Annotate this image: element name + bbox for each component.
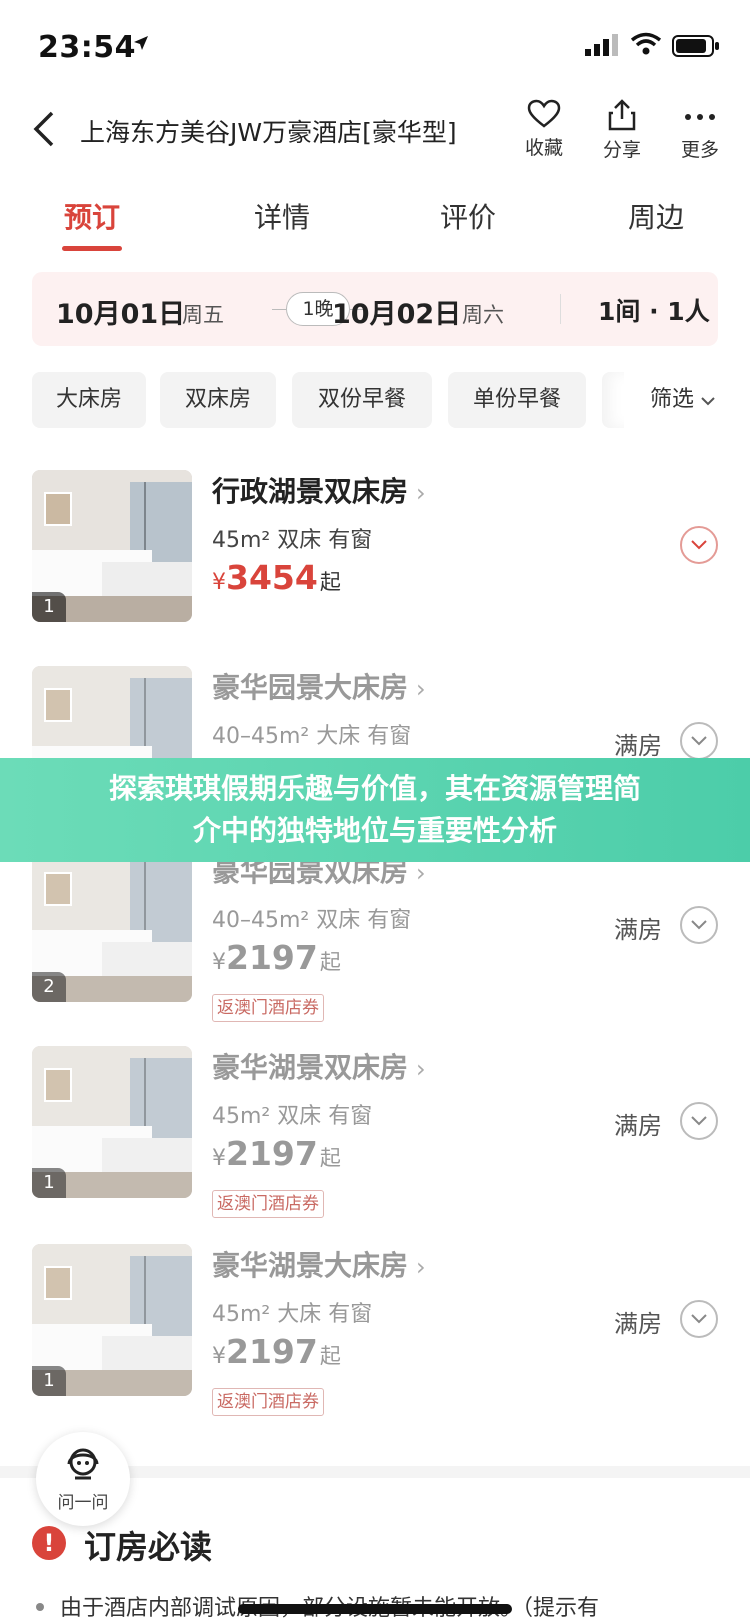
home-indicator <box>238 1604 512 1614</box>
chevron-right-icon: › <box>416 1055 426 1083</box>
room-desc: 45m² 双床 有窗 <box>212 1104 373 1129</box>
room-photo[interactable]: 1 <box>32 470 192 622</box>
location-arrow-icon <box>134 36 148 50</box>
status-time: 23:54 <box>38 30 136 65</box>
room-desc: 40–45m² 大床 有窗 <box>212 724 412 749</box>
chevron-right-icon: › <box>416 859 426 887</box>
more-dots-icon <box>685 114 715 120</box>
banner-line-2: 介中的独特地位与重要性分析 <box>192 814 557 847</box>
filter-button[interactable]: 筛选 <box>624 372 750 428</box>
banner-line-1: 探索琪琪假期乐趣与价值，其在资源管理简 <box>108 772 641 805</box>
sold-out-label: 满房 <box>614 1310 662 1338</box>
room-guest-count[interactable]: 1间 · 1人 <box>598 292 710 328</box>
photo-count: 2 <box>32 972 66 1002</box>
photo-count: 1 <box>32 592 66 622</box>
sold-out-label: 满房 <box>614 916 662 944</box>
room-desc: 40–45m² 双床 有窗 <box>212 908 412 933</box>
chevron-down-icon <box>691 1314 707 1324</box>
room-price: ¥3454起 <box>212 558 341 597</box>
checkin-weekday: 周五 <box>182 303 224 327</box>
navigation-bar: 上海东方美谷JW万豪酒店[豪华型] 收藏 分享 更多 <box>0 95 750 175</box>
date-selector[interactable]: 10月01日 周五 1晚 10月02日 周六 1间 · 1人 <box>32 272 718 346</box>
room-photo[interactable]: 1 <box>32 1244 192 1396</box>
chevron-down-icon <box>701 397 715 406</box>
room-item[interactable]: 1 豪华湖景双床房 › 45m² 双床 有窗 ¥2197起 返澳门酒店券 满房 <box>0 1046 750 1218</box>
heart-icon <box>527 99 561 128</box>
expand-room-button[interactable] <box>680 1300 718 1338</box>
filter-label: 筛选 <box>650 387 695 412</box>
room-price: ¥2197起 <box>212 938 341 977</box>
chip-double-breakfast[interactable]: 双份早餐 <box>292 372 432 428</box>
filter-chips: 大床房 双床房 双份早餐 单份早餐 筛选 <box>0 372 750 430</box>
room-item[interactable]: 1 行政湖景双床房 › 45m² 双床 有窗 ¥3454起 <box>0 470 750 640</box>
tab-reviews[interactable]: 评价 <box>408 196 528 236</box>
date-divider <box>560 294 561 324</box>
room-name: 豪华湖景双床房 › <box>212 1051 426 1084</box>
chevron-right-icon: › <box>416 479 426 507</box>
alert-icon: ! <box>32 1526 66 1560</box>
room-name: 豪华园景大床房 › <box>212 671 426 704</box>
expand-room-button[interactable] <box>680 722 718 760</box>
photo-count: 1 <box>32 1366 66 1396</box>
room-photo[interactable]: 2 <box>32 850 192 1002</box>
share-label: 分享 <box>602 139 641 161</box>
room-name: 行政湖景双床房 › <box>212 475 426 508</box>
overlay-banner: 探索琪琪假期乐趣与价值，其在资源管理简 介中的独特地位与重要性分析 <box>0 758 750 862</box>
customer-service-icon <box>67 1448 99 1480</box>
room-photo[interactable]: 1 <box>32 1046 192 1198</box>
tab-details[interactable]: 详情 <box>222 196 342 236</box>
notice-title: 订房必读 <box>84 1528 213 1566</box>
chip-king-bed[interactable]: 大床房 <box>32 372 146 428</box>
chevron-right-icon: › <box>416 675 426 703</box>
ask-button[interactable]: 问一问 <box>36 1432 130 1526</box>
expand-room-button[interactable] <box>680 1102 718 1140</box>
checkout-date[interactable]: 10月02日 <box>332 292 461 331</box>
expand-room-button[interactable] <box>680 906 718 944</box>
favorite-button[interactable]: 收藏 <box>514 99 574 160</box>
nights-line-left <box>272 309 286 310</box>
chevron-down-icon <box>691 1116 707 1126</box>
battery-icon <box>672 35 719 57</box>
more-label: 更多 <box>680 139 719 161</box>
coupon-tag: 返澳门酒店券 <box>212 994 324 1022</box>
room-desc: 45m² 大床 有窗 <box>212 1302 373 1327</box>
hotel-title: 上海东方美谷JW万豪酒店[豪华型] <box>80 118 457 147</box>
room-item[interactable]: 2 豪华园景双床房 › 40–45m² 双床 有窗 ¥2197起 返澳门酒店券 满… <box>0 850 750 1022</box>
chip-twin-bed[interactable]: 双床房 <box>160 372 276 428</box>
room-price: ¥2197起 <box>212 1134 341 1173</box>
chevron-down-icon <box>691 920 707 930</box>
room-price: ¥2197起 <box>212 1332 341 1371</box>
tab-bar: 预订 详情 评价 周边 <box>0 190 750 252</box>
room-item[interactable]: 1 豪华湖景大床房 › 45m² 大床 有窗 ¥2197起 返澳门酒店券 满房 <box>0 1244 750 1416</box>
status-bar: 23:54 <box>0 0 750 90</box>
expand-room-button[interactable] <box>680 526 718 564</box>
checkout-weekday: 周六 <box>462 303 504 327</box>
chevron-down-icon <box>691 736 707 746</box>
chevron-down-icon <box>691 540 707 550</box>
tab-nearby[interactable]: 周边 <box>596 196 716 236</box>
sold-out-label: 满房 <box>614 1112 662 1140</box>
more-button[interactable]: 更多 <box>670 99 730 162</box>
ask-label: 问一问 <box>57 1493 109 1513</box>
share-icon <box>608 99 636 131</box>
room-desc: 45m² 双床 有窗 <box>212 528 373 553</box>
coupon-tag: 返澳门酒店券 <box>212 1388 324 1416</box>
chip-single-breakfast[interactable]: 单份早餐 <box>448 372 586 428</box>
room-name: 豪华湖景大床房 › <box>212 1249 426 1282</box>
photo-count: 1 <box>32 1168 66 1198</box>
chevron-right-icon: › <box>416 1253 426 1281</box>
favorite-label: 收藏 <box>524 137 563 159</box>
bullet-dot <box>36 1603 44 1611</box>
sold-out-label: 满房 <box>614 732 662 760</box>
tab-booking[interactable]: 预订 <box>32 196 152 251</box>
cellular-signal-icon <box>585 34 618 56</box>
coupon-tag: 返澳门酒店券 <box>212 1190 324 1218</box>
active-tab-indicator <box>62 246 122 251</box>
checkin-date[interactable]: 10月01日 <box>56 292 185 331</box>
back-arrow-icon[interactable] <box>30 109 60 149</box>
share-button[interactable]: 分享 <box>592 99 652 162</box>
wifi-icon <box>630 32 662 55</box>
